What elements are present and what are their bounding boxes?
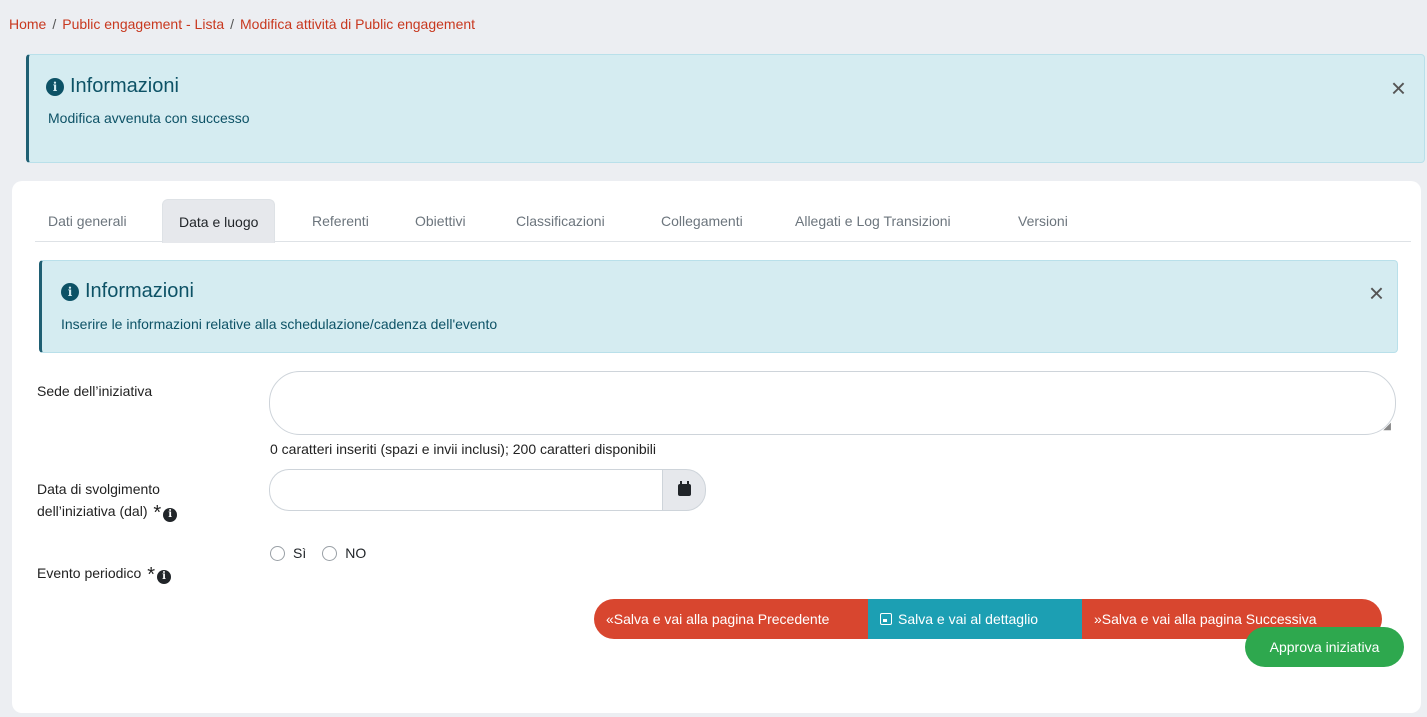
alert-title-text: Informazioni <box>70 75 179 97</box>
radio-no[interactable] <box>322 545 338 561</box>
save-previous-button[interactable]: «Salva e vai alla pagina Precedente <box>594 599 868 639</box>
alert-title: i Informazioni <box>46 75 179 98</box>
radio-si-label[interactable]: Sì <box>293 545 306 561</box>
evento-periodico-radio-group: Sì NO <box>270 545 374 561</box>
tab-data-e-luogo[interactable]: Data e luogo <box>162 199 276 243</box>
breadcrumb-home-link[interactable]: Home <box>9 16 46 32</box>
radio-no-label[interactable]: NO <box>345 545 366 561</box>
calendar-button[interactable] <box>662 469 706 511</box>
evento-periodico-label: Evento periodico * i <box>37 562 171 586</box>
approve-button[interactable]: Approva iniziativa <box>1245 627 1404 667</box>
info-icon[interactable]: i <box>163 508 178 522</box>
info-circle-icon: i <box>61 282 79 301</box>
calendar-icon <box>677 481 691 496</box>
success-alert: i Informazioni Modifica avvenuta con suc… <box>26 54 1425 163</box>
save-detail-button[interactable]: Salva e vai al dettaglio <box>868 599 1082 639</box>
tab-dati-generali[interactable]: Dati generali <box>48 199 127 240</box>
sede-label: Sede dell’iniziativa <box>37 383 153 399</box>
breadcrumb-separator: / <box>52 16 57 32</box>
breadcrumb-public-engagement-list-link[interactable]: Public engagement - Lista <box>62 16 224 32</box>
tab-obiettivi[interactable]: Obiettivi <box>415 199 466 240</box>
required-asterisk: * <box>147 564 155 586</box>
close-icon[interactable]: × <box>1369 280 1384 306</box>
data-label: Data di svolgimento dell’iniziativa (dal… <box>37 478 178 524</box>
alert-message: Modifica avvenuta con successo <box>48 110 250 126</box>
tab-classificazioni[interactable]: Classificazioni <box>516 199 605 240</box>
alert-title: i Informazioni <box>61 280 194 303</box>
floppy-disk-icon <box>880 613 892 625</box>
evento-periodico-label-text: Evento periodico <box>37 565 142 581</box>
alert-message: Inserire le informazioni relative alla s… <box>61 316 498 332</box>
save-detail-label: Salva e vai al dettaglio <box>898 611 1039 627</box>
breadcrumb: Home / Public engagement - Lista / Modifica … <box>9 16 475 32</box>
breadcrumb-separator: / <box>230 16 235 32</box>
tab-bar: Dati generali Data e luogo Referenti Obi… <box>35 199 1411 243</box>
character-counter: 0 caratteri inseriti (spazi e invii incl… <box>270 441 656 457</box>
tab-referenti[interactable]: Referenti <box>312 199 369 240</box>
breadcrumb-current-page-link[interactable]: Modifica attività di Public engagement <box>240 16 475 32</box>
resize-grip-icon[interactable]: ◢ <box>1383 421 1391 432</box>
radio-si[interactable] <box>270 545 285 561</box>
info-alert: i Informazioni Inserire le informazioni … <box>39 260 1398 353</box>
tab-collegamenti[interactable]: Collegamenti <box>661 199 743 240</box>
info-circle-icon: i <box>46 77 64 96</box>
required-asterisk: * <box>153 502 162 524</box>
data-label-line2-text: dell’iniziativa (dal) <box>37 503 148 519</box>
sede-textarea[interactable]: ◢ <box>269 371 1396 435</box>
date-input[interactable] <box>269 469 662 511</box>
tab-allegati-log-transizioni[interactable]: Allegati e Log Transizioni <box>795 199 951 240</box>
alert-title-text: Informazioni <box>85 280 194 302</box>
data-label-line2: dell’iniziativa (dal) * i <box>37 500 178 524</box>
form-card: Dati generali Data e luogo Referenti Obi… <box>12 181 1421 713</box>
data-label-line1: Data di svolgimento <box>37 481 160 497</box>
info-icon[interactable]: i <box>156 570 171 584</box>
tab-versioni[interactable]: Versioni <box>1018 199 1068 240</box>
close-icon[interactable]: × <box>1391 75 1406 101</box>
